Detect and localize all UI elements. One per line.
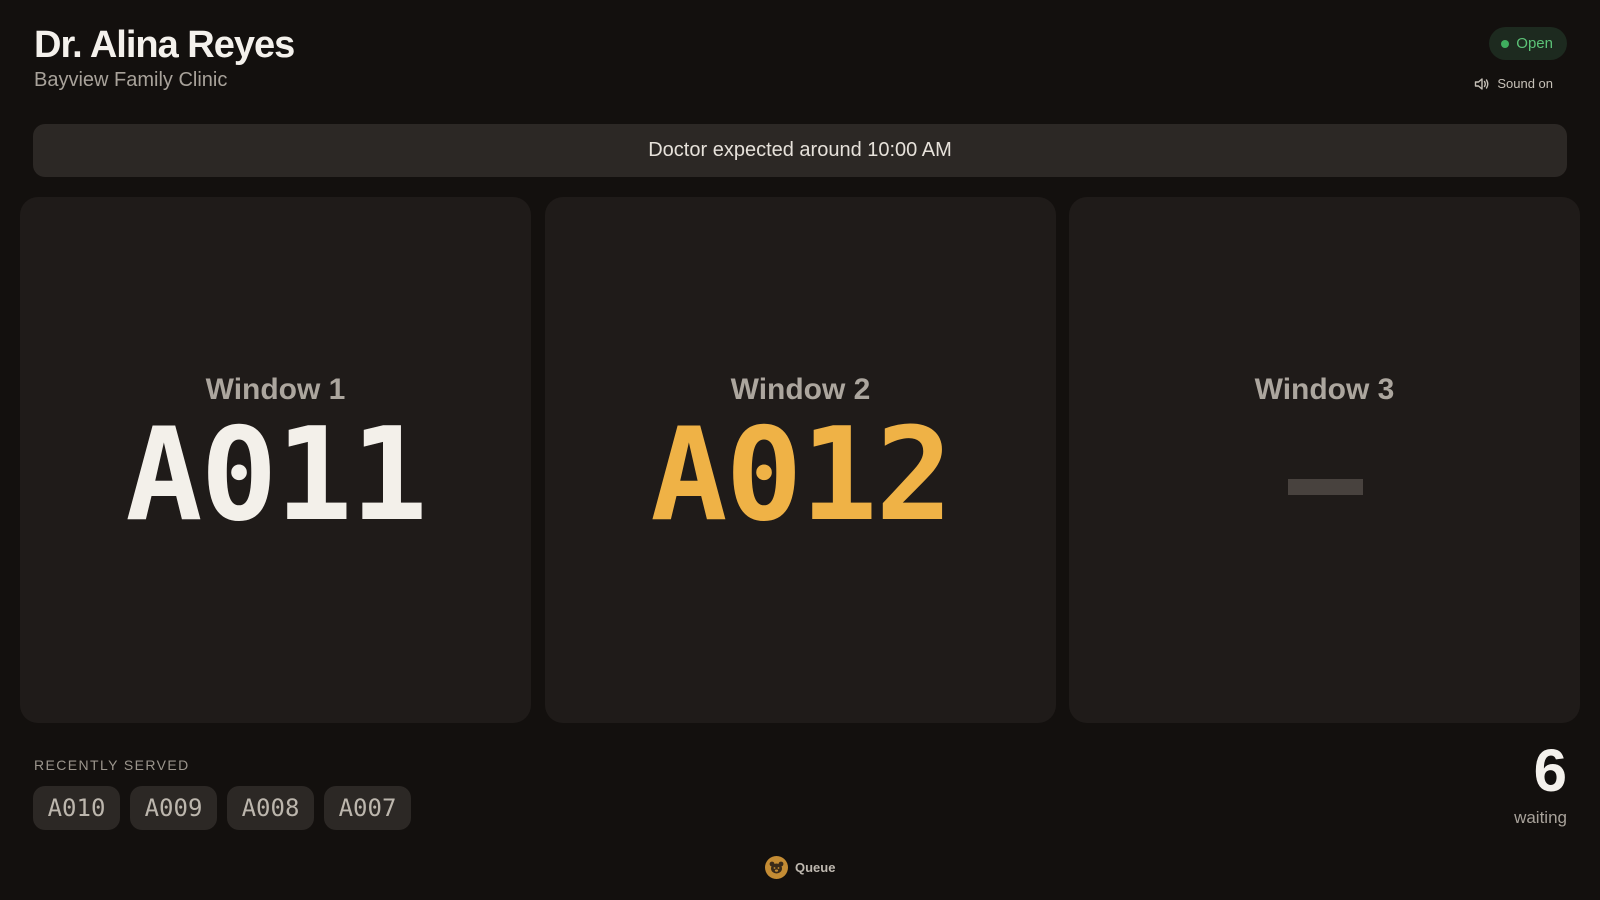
sound-toggle[interactable]: Sound on xyxy=(1474,76,1553,91)
recently-served-label: RECENTLY SERVED xyxy=(34,757,190,773)
status-dot-icon xyxy=(1501,39,1510,48)
queue-display: Dr. Alina Reyes Bayview Family Clinic Op… xyxy=(0,0,1600,900)
notice-text: Doctor expected around 10:00 AM xyxy=(648,139,952,161)
ticket-number-highlighted: A012 xyxy=(650,401,952,550)
window-label: Window 3 xyxy=(1254,373,1395,406)
clinic-name: Bayview Family Clinic xyxy=(34,69,228,91)
recent-ticket-chip: A008 xyxy=(227,786,314,830)
doctor-name: Dr. Alina Reyes xyxy=(34,24,295,66)
recent-ticket-chip: A007 xyxy=(324,786,411,830)
recent-ticket-chip: A010 xyxy=(33,786,120,830)
footer-brand: Queue xyxy=(765,856,835,879)
waiting-count: 6 xyxy=(1533,737,1567,804)
window-card-3: Window 3 xyxy=(1069,197,1580,723)
recently-served-list: A010 A009 A008 A007 xyxy=(33,786,411,830)
empty-ticket-dash xyxy=(1288,479,1363,495)
speaker-icon xyxy=(1474,77,1490,91)
notice-banner: Doctor expected around 10:00 AM xyxy=(33,124,1567,177)
status-badge: Open xyxy=(1489,27,1567,60)
ticket-number: A011 xyxy=(125,401,427,550)
window-card-2: Window 2 A012 xyxy=(545,197,1056,723)
sound-label: Sound on xyxy=(1497,76,1553,91)
bear-logo-icon xyxy=(765,856,788,879)
window-card-1: Window 1 A011 xyxy=(20,197,531,723)
recent-ticket-chip: A009 xyxy=(130,786,217,830)
status-label: Open xyxy=(1516,35,1553,52)
waiting-label: waiting xyxy=(1514,808,1567,827)
brand-name: Queue xyxy=(795,860,836,875)
